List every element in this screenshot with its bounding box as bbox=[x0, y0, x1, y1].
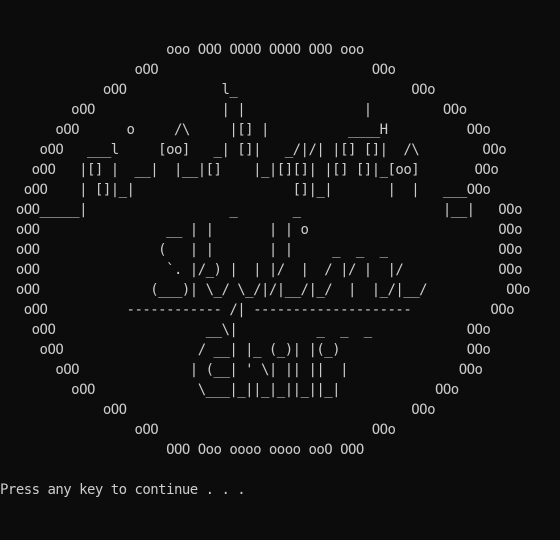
console-window[interactable]: ooo OOO OOOO OOOO OOO ooo oOO OOo oOO l_… bbox=[0, 0, 560, 540]
ascii-art-logo: ooo OOO OOOO OOOO OOO ooo oOO OOo oOO l_… bbox=[15, 42, 531, 458]
continue-prompt: Press any key to continue . . . bbox=[0, 482, 246, 498]
